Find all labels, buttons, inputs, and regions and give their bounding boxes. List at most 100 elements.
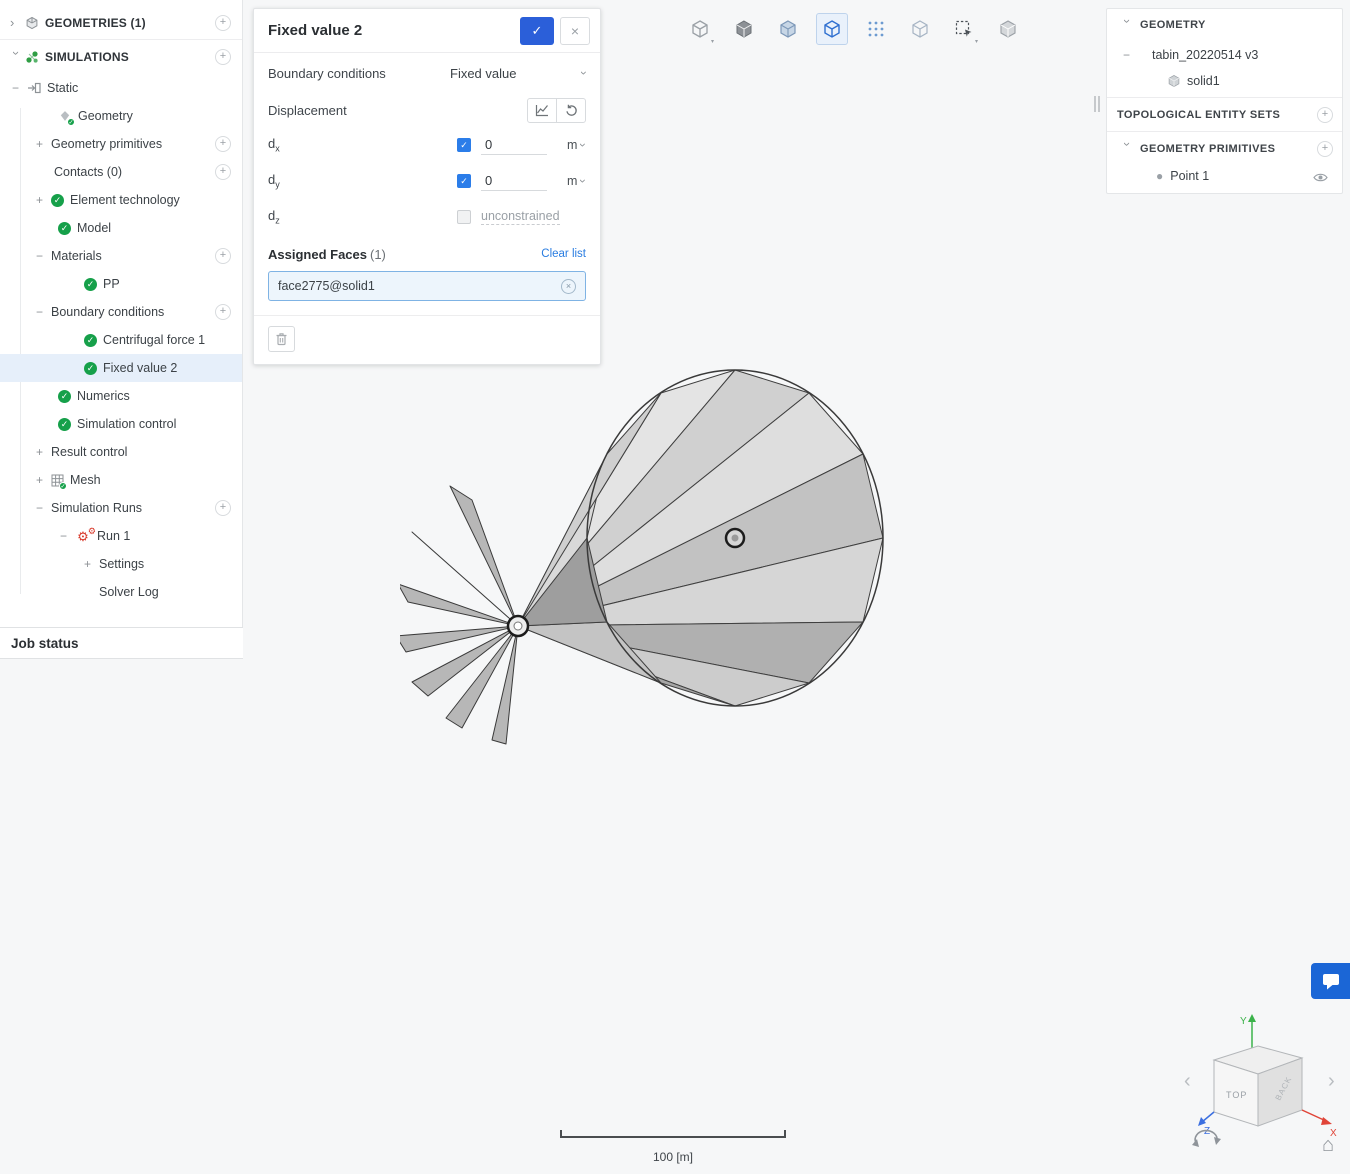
- collapse-icon[interactable]: −: [36, 249, 51, 263]
- collapse-icon[interactable]: −: [36, 305, 51, 319]
- expand-icon[interactable]: +: [36, 445, 51, 459]
- tree-label: Fixed value 2: [103, 361, 178, 375]
- expand-icon[interactable]: +: [36, 473, 51, 487]
- boundary-condition-type-dropdown[interactable]: Fixed value ›: [450, 66, 591, 81]
- job-status-header[interactable]: Job status: [0, 627, 243, 659]
- add-material-button[interactable]: +: [215, 248, 231, 264]
- add-contact-button[interactable]: +: [215, 164, 231, 180]
- box-select-icon[interactable]: ▾: [948, 13, 980, 45]
- tree-item-model[interactable]: ✓ Model: [0, 214, 242, 242]
- add-geometry-button[interactable]: +: [215, 14, 231, 31]
- expand-icon[interactable]: +: [84, 557, 99, 571]
- add-run-button[interactable]: +: [215, 500, 231, 516]
- solid-view-icon[interactable]: [728, 13, 760, 45]
- home-view-icon[interactable]: ⌂: [1322, 1134, 1334, 1157]
- tree-item-settings[interactable]: + Settings: [0, 550, 242, 578]
- add-simulation-button[interactable]: +: [215, 49, 231, 65]
- close-button[interactable]: ×: [560, 16, 590, 45]
- collapse-icon[interactable]: −: [60, 529, 75, 543]
- solid-item-row[interactable]: solid1: [1107, 69, 1342, 97]
- simulation-icon: [25, 50, 39, 64]
- tree-item-result-control[interactable]: + Result control: [0, 438, 242, 466]
- run-gears-icon: ⚙ ⚙: [77, 525, 96, 544]
- panel-resize-grip[interactable]: [1094, 96, 1100, 112]
- tree-item-materials[interactable]: − Materials +: [0, 242, 242, 270]
- collapse-icon[interactable]: −: [12, 81, 27, 95]
- job-status-label: Job status: [11, 635, 79, 651]
- check-badge-icon: ✓: [67, 118, 75, 126]
- assigned-face-chip[interactable]: face2775@solid1 ×: [268, 271, 586, 301]
- remove-face-icon[interactable]: ×: [561, 278, 576, 294]
- tree-item-simulations[interactable]: › SIMULATIONS +: [0, 40, 242, 74]
- tree-item-geometry-primitives[interactable]: + Geometry primitives +: [0, 130, 242, 158]
- dx-value-input[interactable]: [481, 135, 547, 155]
- visibility-eye-icon[interactable]: [1313, 172, 1328, 186]
- chevron-down-icon: ›: [576, 179, 591, 183]
- tree-item-run-1[interactable]: − ⚙ ⚙ Run 1: [0, 522, 242, 550]
- rotate-left-chevron-icon[interactable]: ‹: [1184, 1070, 1191, 1093]
- geometry-section-header[interactable]: › GEOMETRY: [1107, 9, 1342, 41]
- tree-label: Materials: [51, 249, 102, 263]
- tree-item-centrifugal-force-1[interactable]: ✓ Centrifugal force 1: [0, 326, 242, 354]
- chevron-down-icon[interactable]: ›: [9, 51, 24, 64]
- add-entity-set-button[interactable]: +: [1317, 106, 1333, 123]
- hide-geometry-icon[interactable]: [992, 13, 1024, 45]
- tree-item-geometries[interactable]: › GEOMETRIES (1) +: [0, 6, 242, 40]
- support-chat-button[interactable]: [1311, 963, 1350, 999]
- vertices-view-icon[interactable]: [860, 13, 892, 45]
- apply-button[interactable]: ✓: [520, 16, 554, 45]
- rotate-right-chevron-icon[interactable]: ›: [1328, 1070, 1335, 1093]
- tree-item-pp[interactable]: ✓ PP: [0, 270, 242, 298]
- dx-unit-dropdown[interactable]: m ›: [567, 138, 590, 152]
- orbit-rotate-icon[interactable]: [1190, 1124, 1224, 1150]
- expand-icon[interactable]: +: [36, 193, 51, 207]
- chevron-down-icon: ›: [1120, 18, 1135, 23]
- tree-label: Model: [77, 221, 112, 235]
- check-circle-icon: ✓: [51, 193, 64, 207]
- viewport-toolbar: ▾ ▾: [684, 13, 1024, 45]
- geometry-item-label: tabin_20220514 v3: [1152, 48, 1259, 62]
- clear-list-link[interactable]: Clear list: [541, 248, 586, 260]
- dx-checkbox[interactable]: ✓: [457, 138, 471, 152]
- add-boundary-condition-button[interactable]: +: [215, 304, 231, 320]
- add-primitive-button[interactable]: +: [215, 136, 231, 152]
- geometry-item-row[interactable]: − tabin_20220514 v3: [1107, 41, 1342, 69]
- geometry-part-icon: [25, 16, 39, 30]
- tree-item-static[interactable]: − Static: [0, 74, 242, 102]
- tree-item-geometry[interactable]: ✓ Geometry: [0, 102, 242, 130]
- tree-item-contacts[interactable]: Contacts (0) +: [0, 158, 242, 186]
- geometry-primitives-header[interactable]: › GEOMETRY PRIMITIVES +: [1107, 131, 1342, 165]
- tree-item-element-technology[interactable]: + ✓ Element technology: [0, 186, 242, 214]
- delete-boundary-condition-button[interactable]: [268, 326, 295, 352]
- tree-label: Simulation control: [77, 417, 177, 431]
- reset-icon[interactable]: [556, 97, 586, 123]
- tree-label: PP: [103, 277, 120, 291]
- fit-view-icon[interactable]: ▾: [684, 13, 716, 45]
- collapse-icon[interactable]: −: [36, 501, 51, 515]
- dz-unconstrained-text: unconstrained: [481, 209, 560, 225]
- turbine-3d-model[interactable]: [400, 348, 900, 748]
- tree-item-mesh[interactable]: + ✓ Mesh: [0, 466, 242, 494]
- point-item-row[interactable]: ● Point 1: [1107, 165, 1342, 193]
- expand-icon[interactable]: +: [36, 137, 51, 151]
- tree-item-simulation-runs[interactable]: − Simulation Runs +: [0, 494, 242, 522]
- tree-item-numerics[interactable]: ✓ Numerics: [0, 382, 242, 410]
- dz-checkbox[interactable]: [457, 210, 471, 224]
- table-input-icon[interactable]: [527, 97, 557, 123]
- tree-item-solver-log[interactable]: Solver Log: [0, 578, 242, 606]
- dy-unit-dropdown[interactable]: m ›: [567, 174, 590, 188]
- chevron-right-icon[interactable]: ›: [10, 15, 25, 30]
- static-analysis-icon: [27, 81, 41, 95]
- collapse-icon[interactable]: −: [1123, 48, 1138, 62]
- surfaces-view-icon[interactable]: [772, 13, 804, 45]
- dy-checkbox[interactable]: ✓: [457, 174, 471, 188]
- transparent-view-icon[interactable]: [904, 13, 936, 45]
- tree-item-fixed-value-2[interactable]: ✓ Fixed value 2: [0, 354, 242, 382]
- dy-value-input[interactable]: [481, 171, 547, 191]
- add-geometry-primitive-button[interactable]: +: [1317, 140, 1333, 157]
- topological-entity-sets-header[interactable]: TOPOLOGICAL ENTITY SETS +: [1107, 97, 1342, 131]
- shaded-view-icon[interactable]: [816, 13, 848, 45]
- tree-item-boundary-conditions[interactable]: − Boundary conditions +: [0, 298, 242, 326]
- assigned-faces-label: Assigned Faces (1): [268, 246, 386, 262]
- tree-item-simulation-control[interactable]: ✓ Simulation control: [0, 410, 242, 438]
